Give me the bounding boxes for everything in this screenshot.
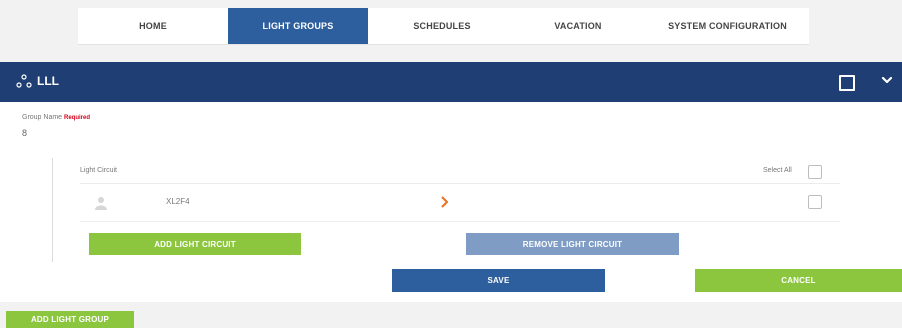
group-icon — [16, 74, 32, 88]
select-all-label: Select All — [763, 167, 792, 174]
add-light-circuit-button[interactable]: ADD LIGHT CIRCUIT — [89, 233, 301, 255]
light-circuit-header: Light Circuit — [80, 167, 117, 174]
group-select-checkbox[interactable] — [839, 75, 855, 91]
tab-vacation[interactable]: VACATION — [518, 8, 638, 44]
cancel-button[interactable]: CANCEL — [695, 269, 902, 292]
group-title: LLL — [37, 74, 59, 88]
add-light-group-button[interactable]: ADD LIGHT GROUP — [6, 311, 134, 328]
top-nav: HOME LIGHT GROUPS SCHEDULES VACATION SYS… — [78, 8, 809, 45]
circuit-name: XL2F4 — [166, 197, 190, 206]
circuit-checkbox[interactable] — [808, 195, 822, 209]
group-header[interactable]: LLL — [0, 62, 902, 102]
list-item[interactable]: XL2F4 — [80, 183, 840, 222]
remove-light-circuit-button[interactable]: REMOVE LIGHT CIRCUIT — [466, 233, 679, 255]
chevron-right-icon[interactable] — [440, 196, 448, 208]
chevron-down-icon[interactable] — [881, 74, 893, 86]
person-icon — [95, 197, 107, 210]
circuit-section-divider — [52, 158, 53, 262]
tab-system-configuration[interactable]: SYSTEM CONFIGURATION — [650, 8, 805, 44]
tab-home[interactable]: HOME — [88, 8, 218, 44]
tab-light-groups[interactable]: LIGHT GROUPS — [228, 8, 368, 44]
required-indicator: Required — [64, 115, 91, 121]
group-name-label: Group Name — [22, 114, 63, 121]
group-name-field[interactable]: 8 — [22, 128, 27, 138]
select-all-checkbox[interactable] — [808, 165, 822, 179]
tab-schedules[interactable]: SCHEDULES — [378, 8, 506, 44]
save-button[interactable]: SAVE — [392, 269, 605, 292]
